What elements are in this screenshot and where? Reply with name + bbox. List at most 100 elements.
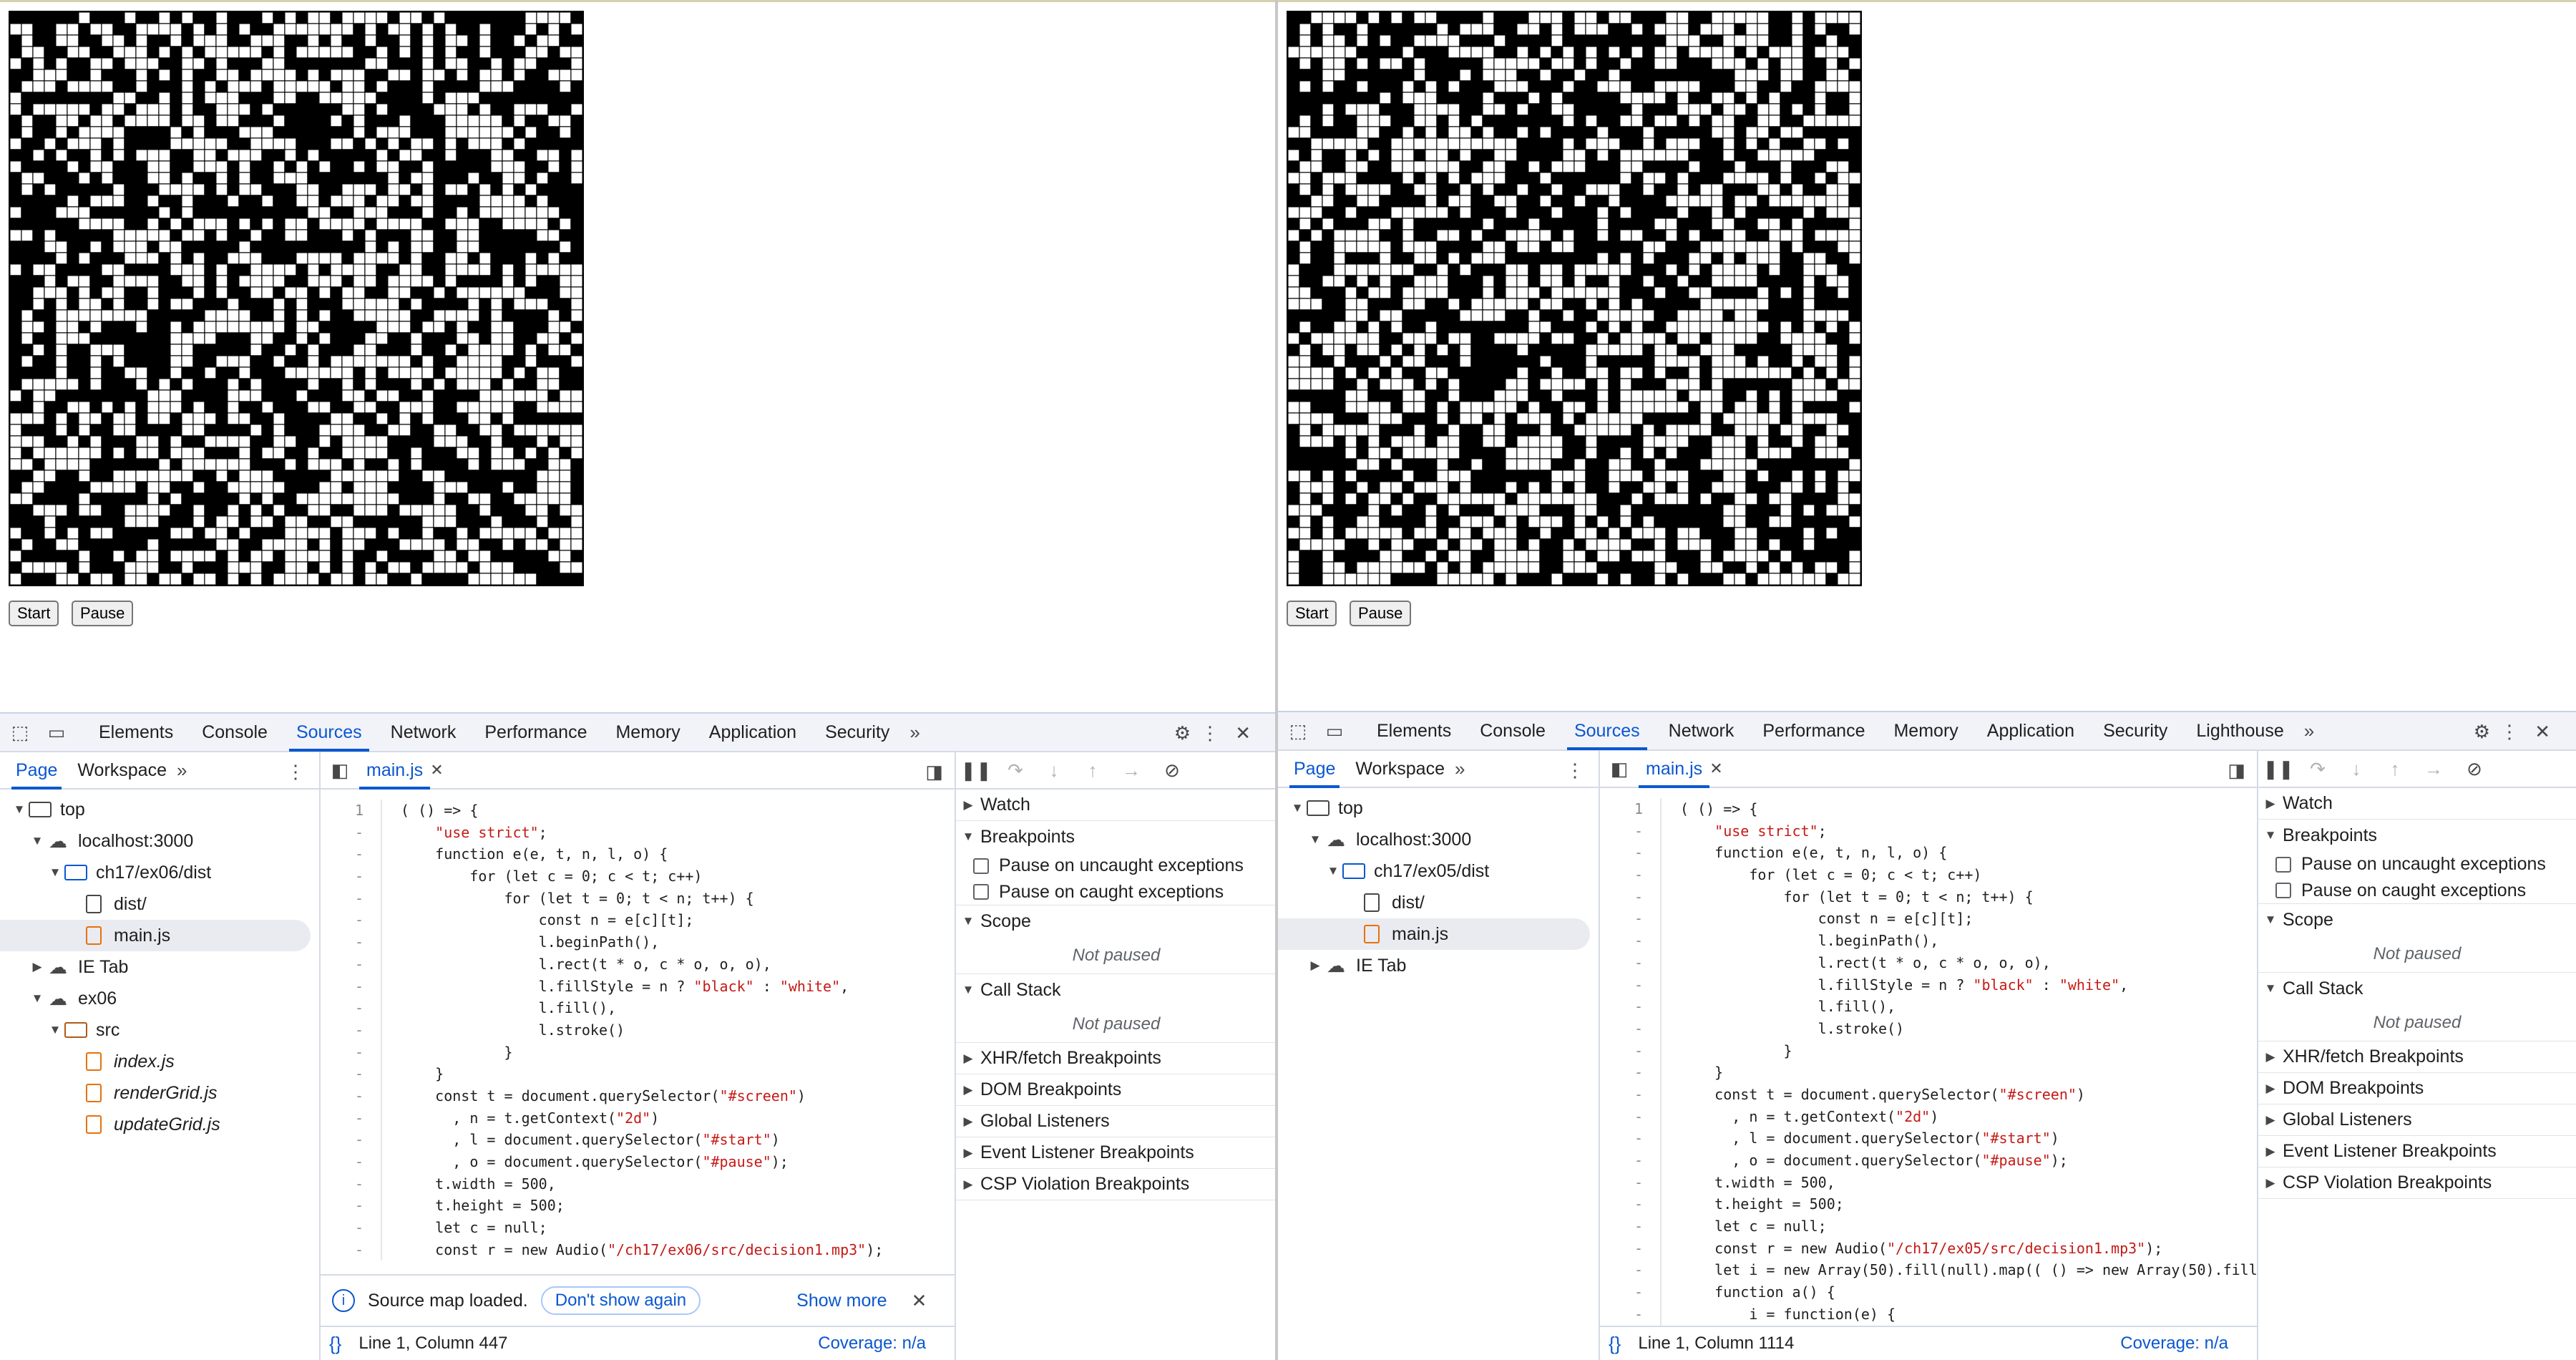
expand-arrow-icon[interactable]: ▼ — [28, 991, 47, 1006]
tab-page[interactable]: Page — [6, 752, 67, 790]
line-number[interactable]: 1 — [1600, 798, 1660, 820]
close-icon[interactable]: ✕ — [2534, 721, 2550, 743]
tree-item[interactable]: main.js — [0, 920, 311, 951]
line-number[interactable]: - — [1600, 1281, 1660, 1303]
tree-item[interactable]: renderGrid.js — [0, 1077, 319, 1109]
breakpoint-section[interactable]: ▶ DOM Breakpoints — [956, 1074, 1277, 1106]
tree-item[interactable]: dist/ — [0, 888, 319, 920]
device-toolbar-icon[interactable]: ▭ — [1318, 720, 1351, 742]
pause-button[interactable]: Pause — [1350, 601, 1412, 626]
expand-arrow-icon[interactable]: ▼ — [46, 1023, 64, 1037]
line-number[interactable]: - — [321, 1217, 381, 1239]
more-options-icon[interactable]: ⋮ — [2500, 721, 2519, 743]
line-number[interactable]: - — [1600, 886, 1660, 908]
more-tabs-icon[interactable]: » — [177, 759, 187, 782]
line-number[interactable]: - — [1600, 1259, 1660, 1281]
line-number[interactable]: - — [321, 1129, 381, 1151]
watch-section[interactable]: ▶ Watch — [2258, 788, 2576, 820]
game-of-life-canvas[interactable] — [9, 11, 584, 586]
more-tabs-icon[interactable]: » — [909, 722, 919, 744]
line-number[interactable]: - — [1600, 1062, 1660, 1084]
line-number[interactable]: - — [321, 1107, 381, 1130]
tree-item[interactable]: ▼ src — [0, 1014, 319, 1046]
checkbox[interactable] — [973, 884, 989, 900]
line-number[interactable]: - — [321, 909, 381, 931]
close-tab-icon[interactable]: ✕ — [1709, 759, 1722, 778]
line-number[interactable]: - — [1600, 1106, 1660, 1128]
tree-item[interactable]: ▼ ch17/ex06/dist — [0, 857, 319, 888]
line-number[interactable]: - — [321, 976, 381, 998]
file-tab-main-js[interactable]: main.js — [359, 752, 431, 790]
line-number[interactable]: - — [321, 1173, 381, 1195]
tab-network[interactable]: Network — [376, 713, 471, 752]
watch-section[interactable]: ▶ Watch — [956, 790, 1277, 821]
step-into-icon[interactable]: ↓ — [1035, 759, 1073, 782]
tree-item[interactable]: updateGrid.js — [0, 1109, 319, 1140]
tab-performance[interactable]: Performance — [1748, 711, 1879, 750]
line-number[interactable]: - — [321, 843, 381, 865]
close-tab-icon[interactable]: ✕ — [430, 761, 443, 779]
pretty-print-icon[interactable]: {} — [1609, 1333, 1621, 1355]
tree-item[interactable]: index.js — [0, 1046, 319, 1077]
expand-arrow-icon[interactable]: ▼ — [28, 834, 47, 848]
line-number[interactable]: - — [321, 1019, 381, 1041]
inspect-element-icon[interactable]: ⬚ — [0, 722, 40, 744]
line-number[interactable]: - — [1600, 996, 1660, 1018]
tree-item[interactable]: ▶ ☁ IE Tab — [0, 951, 319, 983]
pause-button[interactable]: Pause — [72, 601, 134, 626]
tree-item[interactable]: dist/ — [1278, 887, 1599, 918]
coverage-status[interactable]: Coverage: n/a — [818, 1334, 926, 1354]
breakpoint-section[interactable]: ▶ Event Listener Breakpoints — [956, 1137, 1277, 1169]
start-button[interactable]: Start — [9, 601, 59, 626]
line-number[interactable]: - — [321, 1151, 381, 1173]
scope-section[interactable]: ▼ Scope — [2258, 904, 2576, 936]
tree-item[interactable]: ▼ top — [0, 794, 319, 825]
line-number[interactable]: - — [1600, 1172, 1660, 1194]
expand-arrow-icon[interactable]: ▼ — [1324, 864, 1342, 878]
line-number[interactable]: - — [1600, 1303, 1660, 1326]
tab-network[interactable]: Network — [1654, 711, 1749, 750]
line-number[interactable]: - — [1600, 864, 1660, 886]
tab-application[interactable]: Application — [695, 713, 811, 752]
tab-sources[interactable]: Sources — [282, 713, 376, 752]
breakpoint-section[interactable]: ▶ Global Listeners — [956, 1106, 1277, 1137]
tab-console[interactable]: Console — [187, 713, 282, 752]
tab-page[interactable]: Page — [1284, 751, 1345, 788]
breakpoint-section[interactable]: ▶ Event Listener Breakpoints — [2258, 1136, 2576, 1167]
coverage-status[interactable]: Coverage: n/a — [2120, 1334, 2228, 1354]
line-number[interactable]: - — [321, 865, 381, 888]
line-number[interactable]: - — [321, 1063, 381, 1085]
expand-arrow-icon[interactable]: ▼ — [1306, 832, 1324, 847]
breakpoint-section[interactable]: ▶ CSP Violation Breakpoints — [956, 1169, 1277, 1200]
tree-item[interactable]: ▼ ☁ localhost:3000 — [0, 825, 319, 857]
pause-resume-icon[interactable]: ❚❚ — [2258, 758, 2298, 780]
tab-memory[interactable]: Memory — [601, 713, 694, 752]
scope-section[interactable]: ▼ Scope — [956, 905, 1277, 937]
line-number[interactable]: - — [321, 888, 381, 910]
pause-caught-checkbox[interactable]: Pause on caught exceptions — [956, 879, 1277, 905]
tab-console[interactable]: Console — [1465, 711, 1560, 750]
line-number[interactable]: - — [321, 1195, 381, 1217]
line-number[interactable]: - — [321, 822, 381, 844]
toggle-navigator-icon[interactable]: ◧ — [1600, 758, 1639, 780]
toggle-debugger-icon[interactable]: ◨ — [925, 761, 943, 783]
line-number[interactable]: - — [1600, 952, 1660, 974]
tree-item[interactable]: main.js — [1278, 918, 1590, 950]
tree-item[interactable]: ▼ top — [1278, 792, 1599, 824]
collapse-arrow-icon[interactable]: ▶ — [1306, 958, 1324, 973]
line-number[interactable]: - — [1600, 974, 1660, 996]
expand-arrow-icon[interactable]: ▼ — [10, 802, 29, 817]
collapse-arrow-icon[interactable]: ▶ — [28, 960, 47, 974]
step-into-icon[interactable]: ↓ — [2337, 758, 2376, 780]
tree-item[interactable]: ▼ ☁ localhost:3000 — [1278, 824, 1599, 855]
tab-sources[interactable]: Sources — [1560, 711, 1654, 750]
pause-caught-checkbox[interactable]: Pause on caught exceptions — [2258, 878, 2576, 904]
line-number[interactable]: 1 — [321, 800, 381, 822]
more-options-icon[interactable]: ⋮ — [1201, 722, 1219, 744]
tab-lighthouse[interactable]: Lighthouse — [2182, 711, 2298, 750]
close-icon[interactable]: ✕ — [1235, 722, 1251, 744]
checkbox[interactable] — [2275, 883, 2291, 898]
game-of-life-canvas[interactable] — [1287, 11, 1862, 586]
step-out-icon[interactable]: ↑ — [2376, 758, 2414, 780]
line-number[interactable]: - — [321, 953, 381, 976]
